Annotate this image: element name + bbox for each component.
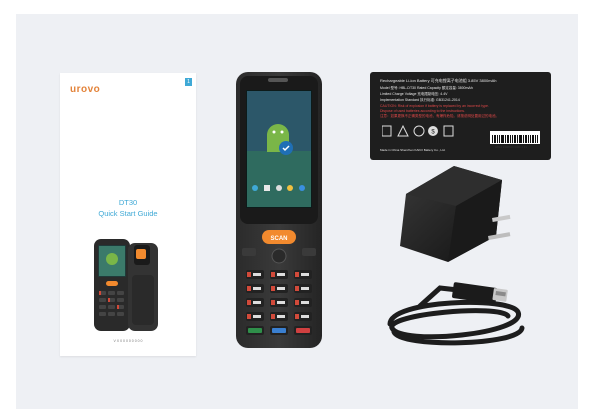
battery-warning-3: 注意：如果更换不正确类型的电池，有爆炸危险。请按说明处置用过的电池。	[380, 114, 499, 118]
battery-pack: Rechargeable Li-ion Battery 可充电锂离子电池组 3.…	[370, 72, 551, 160]
handheld-device: SCAN	[236, 72, 322, 348]
usb-cable	[387, 282, 525, 346]
battery-voltage: Limited Charge Voltage 充电限制电压: 4.4V	[380, 92, 448, 96]
battery-serial: HBL4 1908010 0001 2 43	[495, 145, 527, 149]
power-adapter	[400, 166, 511, 262]
battery-standard: Implementation Standard 执行标准: GB31241-20…	[380, 98, 460, 102]
quick-start-guide: urovo 1 DT30 Quick Start Guide V X 0 0 0…	[60, 73, 196, 356]
page-badge: 1	[185, 78, 192, 86]
svg-text:SCAN: SCAN	[270, 236, 287, 242]
guide-title: Quick Start Guide	[98, 209, 158, 218]
battery-warning-2: Dispose of used batteries according to t…	[380, 109, 466, 113]
guide-device-image	[94, 239, 158, 331]
battery-maker: Made in China Shenzhen KAKO Battery Co.,…	[380, 148, 446, 152]
scan-key: SCAN	[262, 230, 296, 244]
guide-code: V X 0 0 0 0 0 0 0 0	[113, 339, 143, 343]
brand-logo: urovo	[70, 84, 101, 95]
guide-model: DT30	[118, 198, 138, 207]
battery-safety-symbols: $	[382, 124, 454, 137]
battery-header: Rechargeable Li-ion Battery 可充电锂离子电池组 3.…	[380, 78, 497, 83]
battery-warning-1: CAUTION: Risk of explosion if battery is…	[380, 104, 489, 108]
battery-model: Model 型号: HBL-DT30 Rated Capacity 额定容量: …	[380, 86, 473, 90]
battery-barcode	[490, 131, 540, 144]
